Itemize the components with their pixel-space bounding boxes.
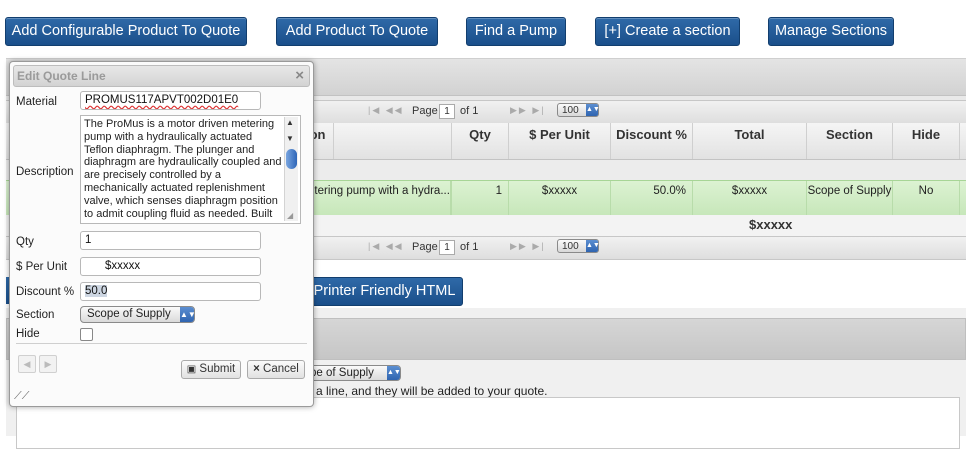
submit-label: Submit [199,363,236,375]
col-hide-header[interactable]: Hide [893,123,960,159]
cancel-button[interactable]: × Cancel [247,360,305,379]
pager-of-label: of 1 [460,241,479,253]
next-record-icon[interactable]: ▶ [39,355,57,373]
description-text: The ProMus is a motor driven metering pu… [84,118,282,220]
pager-page-input[interactable]: 1 [439,240,455,255]
section-hint: a line, and they will be added to your q… [316,384,548,398]
scroll-thumb[interactable] [286,149,297,169]
pager-of-label: of 1 [460,105,479,117]
row-description: etering pump with a hydra... [308,181,451,215]
scroll-down-icon[interactable]: ▼ [286,133,294,146]
section-label: Section [16,309,55,321]
grid-summary-total: $xxxxx [749,217,793,232]
section-dropdown[interactable]: Scope of Supply ▲▼ [80,306,196,323]
per-unit-field[interactable]: $xxxxx [80,257,261,276]
col-per-unit-header[interactable]: $ Per Unit [509,123,611,159]
scroll-up-icon[interactable]: ▲ [286,117,294,130]
add-configurable-product-button[interactable]: Add Configurable Product To Quote [5,17,247,46]
dialog-title: Edit Quote Line [17,69,106,83]
pager-size-value: 100 [562,241,579,252]
dialog-title-bar[interactable]: Edit Quote Line × [13,65,310,87]
description-label: Description [16,166,74,178]
hide-checkbox[interactable] [80,328,93,341]
pager-size-select[interactable]: 100 ▲▼ [557,239,600,253]
hide-label: Hide [16,328,40,340]
pager-page-label: Page [412,105,438,117]
section-select[interactable]: pe of Supply ▲▼ [306,365,401,381]
prev-record-icon[interactable]: ◀ [18,355,36,373]
row-per-unit: $xxxxx [509,181,611,215]
row-hide: No [893,181,960,215]
col-qty-header[interactable]: Qty [451,123,509,159]
qty-label: Qty [16,236,34,248]
chevron-updown-icon: ▲▼ [180,307,196,322]
pager-size-select[interactable]: 100 ▲▼ [557,103,600,117]
chevron-updown-icon: ▲▼ [387,366,401,380]
description-scrollbar[interactable]: ▲ ▼ ◢ [284,117,298,221]
discount-value: 50.0 [85,285,108,297]
resize-handle-icon[interactable]: ⟋⟋ [14,390,29,403]
pager-first-prev-icon[interactable]: |◀ ◀◀ [368,105,404,116]
chevron-updown-icon: ▲▼ [586,240,600,252]
pager-page-label: Page [412,241,438,253]
submit-button[interactable]: ▣ Submit [181,360,241,379]
edit-quote-line-dialog: Edit Quote Line × Material PROMUS117APVT… [9,61,314,407]
pager-next-last-icon[interactable]: ▶▶ ▶| [510,105,546,116]
find-pump-button[interactable]: Find a Pump [466,17,566,46]
close-icon[interactable]: × [295,67,304,84]
row-qty: 1 [451,181,509,215]
cancel-icon: × [253,363,260,375]
row-section: Scope of Supply [807,181,893,215]
pager-next-last-icon[interactable]: ▶▶ ▶| [510,241,546,252]
save-icon: ▣ [186,364,197,375]
pager-size-value: 100 [562,105,579,116]
qty-field[interactable]: 1 [80,231,261,250]
resize-grip-icon[interactable]: ◢ [287,210,293,223]
col-total-header[interactable]: Total [693,123,807,159]
pager-first-prev-icon[interactable]: |◀ ◀◀ [368,241,404,252]
col-discount-header[interactable]: Discount % [611,123,693,159]
pager-page-input[interactable]: 1 [439,104,455,119]
material-label: Material [16,96,57,108]
section-select-value: pe of Supply [310,367,374,379]
row-total: $xxxxx [693,181,807,215]
create-section-button[interactable]: [+] Create a section [595,17,740,46]
discount-label: Discount % [16,286,75,298]
discount-field[interactable]: 50.0 [80,282,261,301]
dialog-divider [16,343,307,344]
add-product-button[interactable]: Add Product To Quote [276,17,438,46]
per-unit-label: $ Per Unit [16,261,68,273]
chevron-updown-icon: ▲▼ [586,104,600,116]
description-textarea[interactable]: The ProMus is a motor driven metering pu… [80,115,301,224]
section-dropdown-value: Scope of Supply [87,308,171,320]
printer-friendly-button[interactable]: Printer Friendly HTML [306,277,463,306]
material-field[interactable]: PROMUS117APVT002D01E0 [80,91,261,110]
row-discount: 50.0% [611,181,693,215]
col-section-header[interactable]: Section [807,123,893,159]
cancel-label: Cancel [263,363,299,375]
manage-sections-button[interactable]: Manage Sections [768,17,894,46]
